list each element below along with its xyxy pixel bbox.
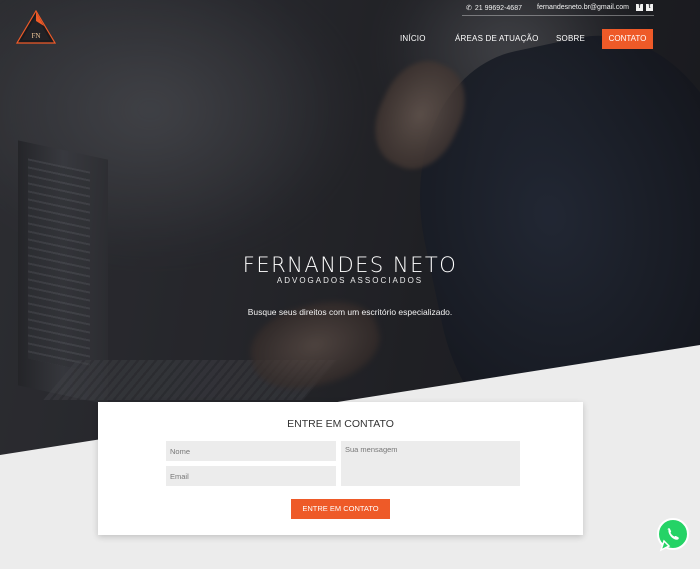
contact-form-card: ENTRE EM CONTATO Nome Email Sua mensagem… bbox=[98, 402, 583, 535]
main-nav: INÍCIO ÁREAS DE ATUAÇÃO SOBRE CONTATO bbox=[0, 29, 700, 51]
email-address: fernandesneto.br@gmail.com bbox=[537, 4, 629, 11]
social-links: f t bbox=[636, 4, 653, 11]
hero-title: FERNANDES NETO bbox=[242, 253, 458, 277]
facebook-icon[interactable]: f bbox=[636, 4, 643, 11]
nav-contato-button[interactable]: CONTATO bbox=[602, 29, 653, 49]
contact-submit-button[interactable]: ENTRE EM CONTATO bbox=[291, 499, 390, 519]
hero-background bbox=[0, 0, 700, 455]
top-contact-bar: ✆ 21 99692-4687 fernandesneto.br@gmail.c… bbox=[0, 0, 700, 16]
hero-tagline: Busque seus direitos com um escritório e… bbox=[247, 307, 453, 317]
email-link[interactable]: fernandesneto.br@gmail.com bbox=[537, 4, 629, 11]
message-textarea[interactable]: Sua mensagem bbox=[341, 441, 520, 486]
phone-link[interactable]: ✆ 21 99692-4687 bbox=[466, 4, 522, 13]
nav-sobre[interactable]: SOBRE bbox=[556, 34, 585, 43]
nav-inicio[interactable]: INÍCIO bbox=[400, 34, 426, 43]
hero-brand: FERNANDES NETO ADVOGADOS ASSOCIADOS bbox=[0, 253, 700, 285]
whatsapp-icon[interactable] bbox=[655, 517, 691, 553]
phone-number: 21 99692-4687 bbox=[474, 4, 522, 12]
nav-areas-de-atuacao[interactable]: ÁREAS DE ATUAÇÃO bbox=[455, 34, 539, 43]
email-input[interactable]: Email bbox=[166, 466, 336, 486]
hero-subtitle: ADVOGADOS ASSOCIADOS bbox=[276, 276, 424, 285]
topbar-divider bbox=[462, 15, 654, 16]
contact-form-title: ENTRE EM CONTATO bbox=[287, 418, 394, 430]
name-input[interactable]: Nome bbox=[166, 441, 336, 461]
phone-icon: ✆ bbox=[466, 5, 472, 12]
twitter-icon[interactable]: t bbox=[646, 4, 653, 11]
